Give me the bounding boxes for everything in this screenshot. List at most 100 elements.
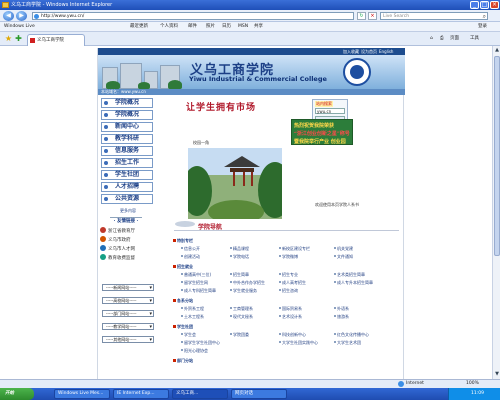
task-ywu[interactable]: 义乌工商... xyxy=(172,389,228,399)
select-news-sites[interactable]: -----新闻网站----- xyxy=(102,284,154,291)
toolbar-item-calendar[interactable]: 日历 xyxy=(222,22,231,32)
link-fee-supervision[interactable]: 教育收费监督 xyxy=(100,254,135,261)
nav-link[interactable]: 成人高考招生 xyxy=(279,280,306,286)
category-department-sites: 部门分站 xyxy=(173,358,193,363)
announcement-banner[interactable]: 热烈祝贺我院荣获 “浙江创业创新之星”称号 暨我院举行产业 创业园 xyxy=(291,119,353,145)
scrollbar-thumb[interactable] xyxy=(494,56,500,256)
link-english[interactable]: English xyxy=(379,48,393,55)
close-button[interactable]: × xyxy=(490,1,499,9)
nav-link[interactable]: 留学生学生社团中心 xyxy=(181,340,220,346)
nav-link[interactable]: 学生就业服务 xyxy=(230,288,257,294)
menu-item-6[interactable]: 学生社团 xyxy=(101,170,153,180)
select-other-sites[interactable]: -----其他网站----- xyxy=(102,336,154,343)
task-ie-explorer[interactable]: IE Internet Exp... xyxy=(113,389,169,399)
link-set-homepage[interactable]: 设为首页 xyxy=(361,48,377,55)
page-favicon-icon xyxy=(34,14,39,19)
nav-link[interactable]: 现代文秘系 xyxy=(230,314,253,320)
toolbar-brand[interactable]: Windows Live xyxy=(4,22,35,32)
nav-link[interactable]: 大学生社团实践中心 xyxy=(279,340,318,346)
nav-link[interactable]: 学院微博 xyxy=(279,254,298,260)
toolbar-item-photos[interactable]: 照片 xyxy=(206,22,215,32)
toolbar-item-mail[interactable]: 邮件 xyxy=(188,22,197,32)
select-department-sites[interactable]: -----部门网站----- xyxy=(102,310,154,317)
nav-link[interactable]: 成人专升本招生简章 xyxy=(334,280,373,286)
nav-link[interactable]: 新校区建设专栏 xyxy=(279,246,310,252)
link-yiwu-gov[interactable]: 义乌市政府 xyxy=(100,236,131,243)
favorites-star-icon[interactable]: ★ xyxy=(4,34,13,43)
nav-link[interactable]: 招生简章 xyxy=(230,272,249,278)
nav-link[interactable]: 中外合作办学招生 xyxy=(230,280,265,286)
scroll-down-icon[interactable]: ▼ xyxy=(494,371,500,377)
menu-item-8[interactable]: 公共资源 xyxy=(101,194,153,204)
menu-item-2[interactable]: 新闻中心 xyxy=(101,122,153,132)
add-favorite-icon[interactable]: ✚ xyxy=(14,34,23,43)
stop-icon[interactable]: × xyxy=(368,12,377,20)
links-header: · 友情链接 · xyxy=(110,217,142,224)
nav-link[interactable]: 艺术类招生简章 xyxy=(334,272,365,278)
toolbar-item-updates[interactable]: 最近更新 xyxy=(130,22,148,32)
nav-link[interactable]: 招生专业 xyxy=(279,272,298,278)
nav-link[interactable]: 文件通知 xyxy=(334,254,353,260)
tab-ywu[interactable]: 义乌工商学院 xyxy=(27,34,85,46)
toolbar-item-profile[interactable]: 个人资料 xyxy=(160,22,178,32)
zoom-level[interactable]: 100% xyxy=(466,380,479,388)
nav-link[interactable]: 外语系 xyxy=(334,306,349,312)
page-menu[interactable]: 页面 xyxy=(450,35,459,43)
menu-item-7[interactable]: 人才招聘 xyxy=(101,182,153,192)
nav-link[interactable]: 招生咨询 xyxy=(279,288,298,294)
nav-link[interactable]: 大学生艺术团 xyxy=(334,340,361,346)
nav-link[interactable]: 红色文化传播中心 xyxy=(334,332,369,338)
start-button[interactable]: 开始 xyxy=(0,388,34,400)
nav-link[interactable]: 创建活动 xyxy=(181,254,200,260)
search-icon[interactable]: ⌕ xyxy=(483,13,486,20)
security-zone: Internet xyxy=(406,381,424,386)
task-dialog[interactable]: 网页对话 xyxy=(231,389,287,399)
back-icon[interactable]: ◀ xyxy=(3,11,14,21)
toolbar-item-share[interactable]: 共享 xyxy=(254,22,263,32)
nav-link[interactable]: 阳光心理协会 xyxy=(181,348,208,354)
nav-link[interactable]: 机关党建 xyxy=(334,246,353,252)
menu-item-4[interactable]: 信息服务 xyxy=(101,146,153,156)
nav-link[interactable]: 学生会 xyxy=(181,332,196,338)
menu-item-5[interactable]: 招生工作 xyxy=(101,158,153,168)
link-add-favorite[interactable]: 加入收藏 xyxy=(343,48,359,55)
nav-link[interactable]: 土木工程系 xyxy=(181,314,204,320)
nav-link[interactable]: 外贸系工程 xyxy=(181,306,204,312)
menu-item-1[interactable]: 学院概况 xyxy=(101,110,153,120)
maximize-button[interactable]: □ xyxy=(480,1,489,9)
link-yiwu-talent[interactable]: 义乌市人才网 xyxy=(100,245,135,252)
nav-link[interactable]: 信息公开 xyxy=(181,246,200,252)
menu-more-link[interactable]: 更多内容 xyxy=(120,208,136,214)
nav-link[interactable]: 学院团委 xyxy=(230,332,249,338)
scroll-up-icon[interactable]: ▲ xyxy=(494,47,500,53)
forward-icon[interactable]: ▶ xyxy=(16,11,27,21)
print-icon[interactable]: ⎙ xyxy=(440,35,444,43)
toolbar-item-msn[interactable]: MSN xyxy=(238,22,248,32)
minimize-button[interactable]: _ xyxy=(470,1,479,9)
refresh-icon[interactable]: ↻ xyxy=(357,12,366,20)
nav-link[interactable]: 国际贸易系 xyxy=(279,306,302,312)
nav-link[interactable]: 学院电话 xyxy=(230,254,249,260)
nav-link[interactable]: 成人专科招生简章 xyxy=(181,288,216,294)
tools-menu[interactable]: 工具 xyxy=(470,35,479,43)
site-search-input[interactable]: ywu.cn xyxy=(315,108,345,114)
link-zj-education[interactable]: 浙江省教育厅 xyxy=(100,227,135,234)
nav-link[interactable]: 留学生招生网 xyxy=(181,280,208,286)
menu-item-0[interactable]: 学院概况 xyxy=(101,98,153,108)
nav-link[interactable]: 普通高中(三位) xyxy=(180,272,211,278)
site-banner: 义乌工商学院 Yiwu Industrial & Commercial Coll… xyxy=(98,55,405,89)
home-icon[interactable]: ⌂ xyxy=(430,35,433,43)
select-teaching-sites[interactable]: -----教学网站----- xyxy=(102,323,154,330)
search-input[interactable]: Live Search ⌕ xyxy=(380,12,488,20)
menu-item-3[interactable]: 教学科研 xyxy=(101,134,153,144)
nav-link[interactable]: 工商管理系 xyxy=(230,306,253,312)
select-college-sites[interactable]: -----高校网站----- xyxy=(102,297,154,304)
task-live-messenger[interactable]: Windows Live Mes... xyxy=(54,389,110,399)
nav-link[interactable]: 艺术设计系 xyxy=(279,314,302,320)
nav-link[interactable]: 精品课程 xyxy=(230,246,249,252)
nav-link[interactable]: 科技创新中心 xyxy=(279,332,306,338)
nav-link[interactable]: 旅游系 xyxy=(334,314,349,320)
toolbar-login[interactable]: 登录 xyxy=(478,22,487,32)
address-bar[interactable]: http://www.ywu.cn/ xyxy=(32,12,354,20)
vertical-scrollbar[interactable]: ▲ ▼ xyxy=(492,46,500,379)
